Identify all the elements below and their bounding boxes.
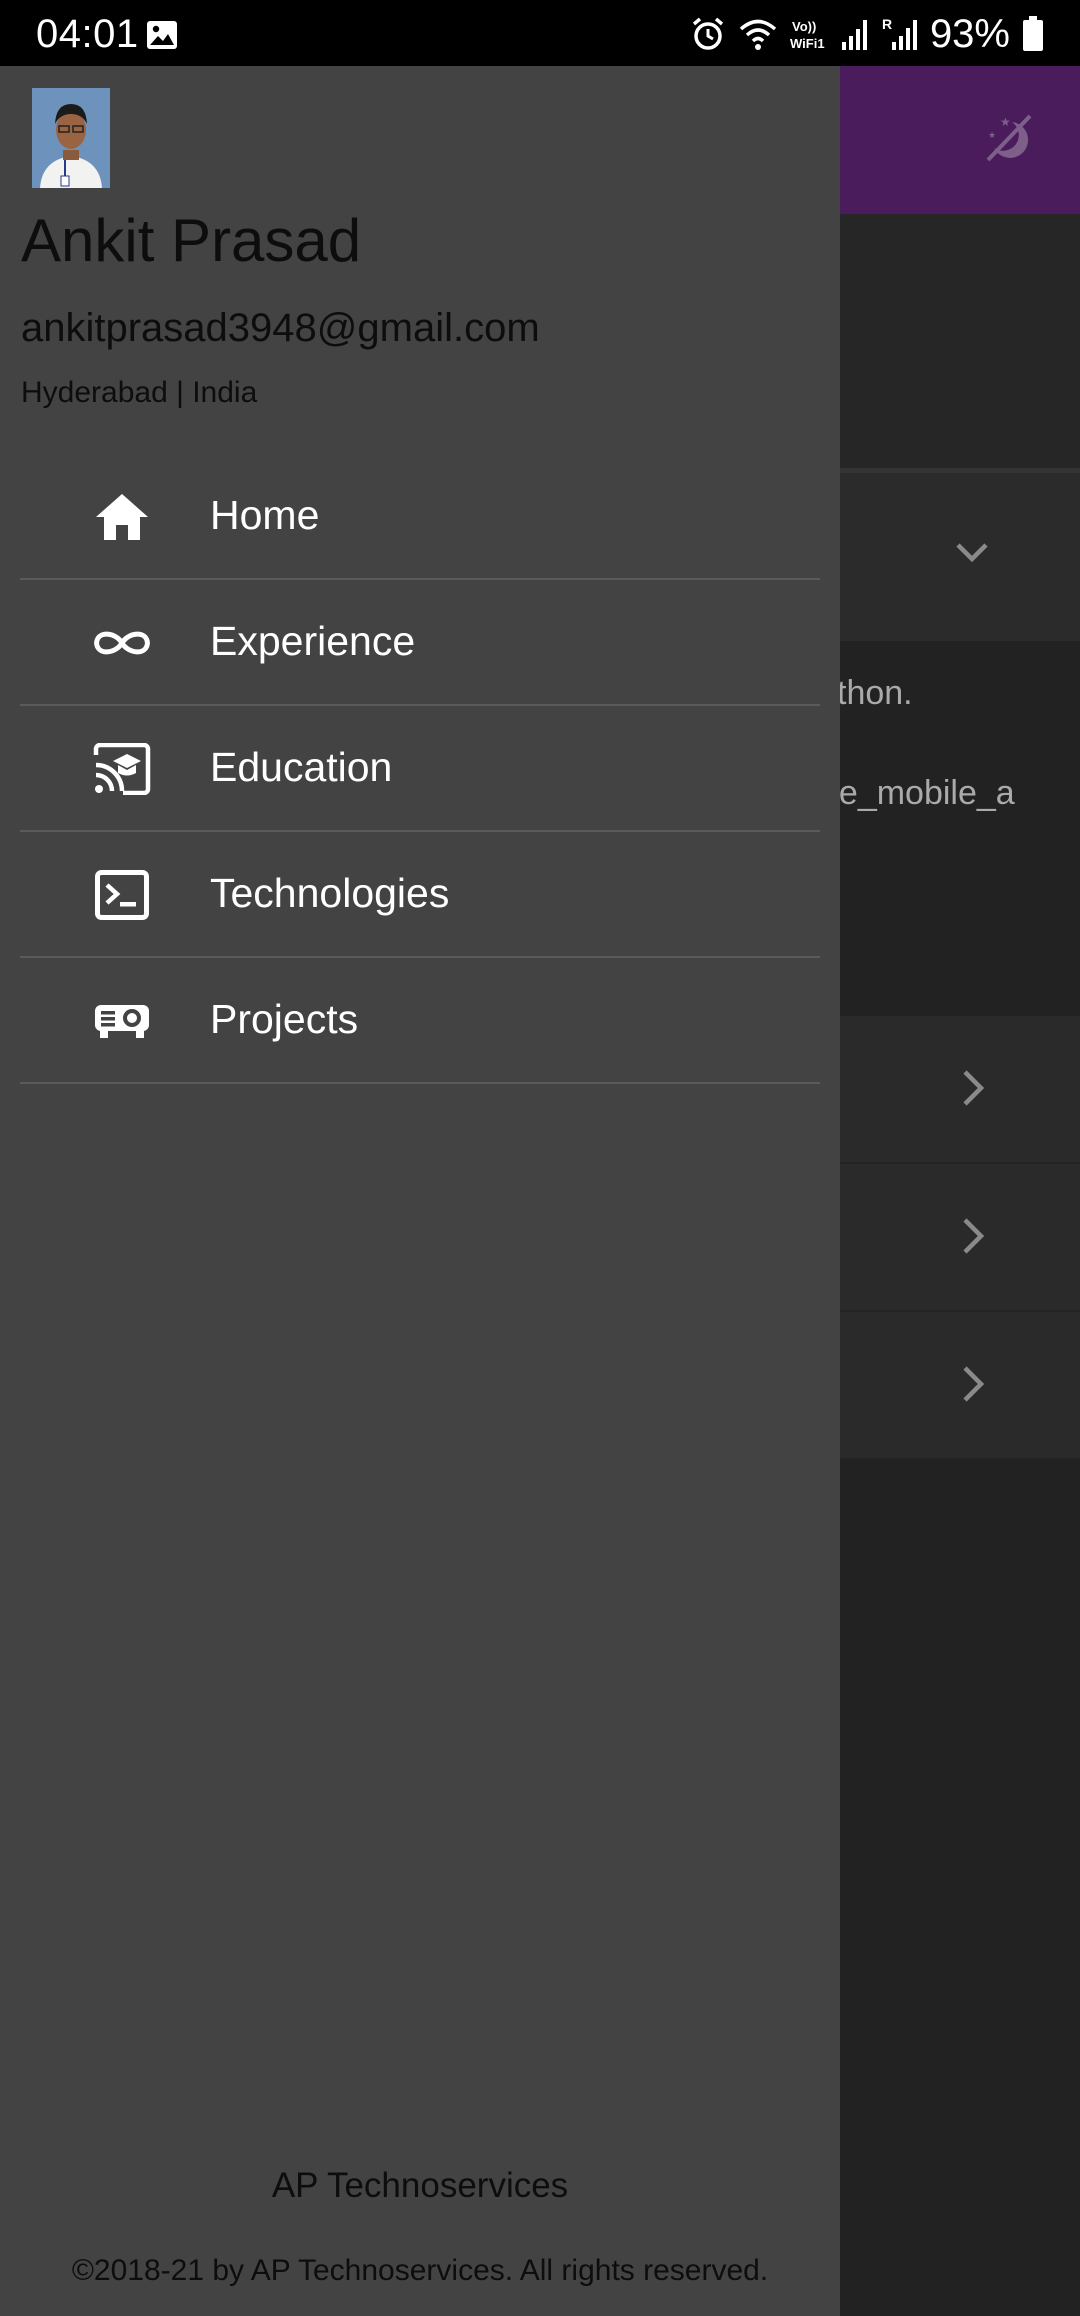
- chevron-right-icon: [963, 1218, 985, 1254]
- battery-icon: [1023, 16, 1043, 51]
- chevron-right-icon: [963, 1070, 985, 1106]
- avatar: [32, 88, 110, 188]
- svg-text:★: ★: [988, 131, 996, 141]
- footer-brand: AP Technoservices: [271, 2166, 569, 2205]
- vowifi-icon: Vo)) WiFi1: [790, 19, 825, 51]
- screen: 04:01 Vo)) WiFi1 R 93% ★ ★ ython. ne_mob…: [0, 0, 1080, 2316]
- home-icon: [92, 488, 152, 546]
- menu-item-education[interactable]: Education: [20, 706, 820, 832]
- svg-text:R: R: [882, 16, 892, 32]
- signal-icon: [841, 20, 867, 50]
- battery-percent: 93%: [929, 11, 1010, 56]
- menu-item-label: Education: [210, 744, 393, 790]
- alarm-icon: [692, 17, 724, 50]
- drawer-menu: Home Experience Education Technologies P…: [20, 454, 820, 1084]
- menu-item-projects[interactable]: Projects: [20, 958, 820, 1084]
- theme-toggle-icon[interactable]: ★ ★: [978, 108, 1038, 168]
- status-bar: 04:01 Vo)) WiFi1 R 93%: [0, 0, 1080, 66]
- menu-item-label: Home: [210, 492, 320, 538]
- navigation-drawer: Ankit Prasad ankitprasad3948@gmail.com H…: [0, 66, 840, 2316]
- wifi-icon: [739, 19, 777, 50]
- terminal-icon: [92, 866, 152, 924]
- cast-education-icon: [92, 740, 152, 798]
- footer-copyright: ©2018-21 by AP Technoservices. All right…: [71, 2254, 769, 2287]
- chevron-right-icon: [963, 1366, 985, 1402]
- background-text-2: ne_mobile_a: [820, 774, 1015, 812]
- projector-icon: [92, 992, 152, 1050]
- profile-photo: [32, 88, 110, 188]
- svg-text:★: ★: [1000, 115, 1011, 129]
- menu-item-technologies[interactable]: Technologies: [20, 832, 820, 958]
- user-email: ankitprasad3948@gmail.com: [21, 306, 540, 350]
- menu-item-experience[interactable]: Experience: [20, 580, 820, 706]
- user-location: Hyderabad | India: [21, 376, 258, 409]
- menu-item-label: Projects: [210, 996, 359, 1042]
- svg-text:WiFi1: WiFi1: [790, 36, 825, 51]
- gallery-icon: [147, 21, 177, 49]
- roaming-signal-icon: R: [882, 16, 917, 50]
- menu-item-label: Technologies: [210, 870, 450, 916]
- infinity-icon: [92, 614, 152, 672]
- user-name: Ankit Prasad: [21, 207, 362, 274]
- chevron-down-icon: [956, 543, 988, 563]
- status-time: 04:01: [36, 12, 139, 56]
- menu-item-home[interactable]: Home: [20, 454, 820, 580]
- menu-item-label: Experience: [210, 618, 416, 664]
- status-icons: Vo)) WiFi1 R 93%: [690, 12, 1044, 56]
- svg-text:Vo)): Vo)): [792, 19, 816, 34]
